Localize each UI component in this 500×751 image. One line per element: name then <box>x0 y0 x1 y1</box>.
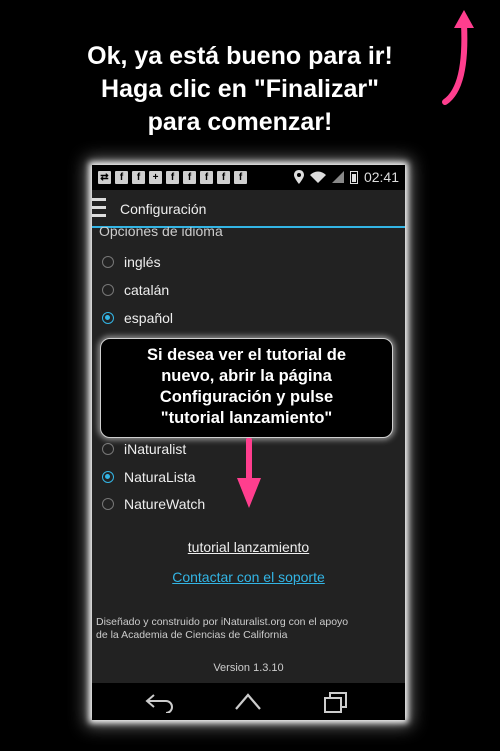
battery-icon <box>349 170 358 184</box>
facebook-icon: f <box>132 171 145 184</box>
arrow-down-icon <box>237 438 261 508</box>
network-option-naturalista[interactable]: NaturaLista <box>102 466 196 488</box>
arrow-up-icon <box>442 10 474 105</box>
radio-button[interactable] <box>102 443 114 455</box>
headline-line-3: para comenzar! <box>147 108 333 136</box>
version-text: Version 1.3.10 <box>213 662 284 674</box>
network-option-label: NatureWatch <box>124 496 206 512</box>
home-icon[interactable] <box>232 691 264 713</box>
back-icon[interactable] <box>144 691 176 713</box>
usb-icon: ⇄ <box>98 171 111 184</box>
status-time: 02:41 <box>363 169 399 185</box>
tooltip-line-1: Si desea ver el tutorial de <box>147 346 346 364</box>
language-section-header: Opciones de idioma <box>99 227 223 239</box>
navigation-bar <box>92 683 405 720</box>
credit-line-1: Diseñado y construido por iNaturalist.or… <box>96 616 349 628</box>
status-bar: ⇄ f f + f f f f f 02:41 <box>92 165 405 190</box>
credit-line-2: de la Academia de Ciencias de California <box>96 629 288 641</box>
facebook-icon: f <box>234 171 247 184</box>
page-title: Configuración <box>120 201 207 217</box>
network-option-label: NaturaLista <box>124 469 196 485</box>
wifi-icon <box>309 171 326 183</box>
facebook-icon: f <box>200 171 213 184</box>
add-contact-icon: + <box>149 171 162 184</box>
support-link[interactable]: Contactar con el soporte <box>92 569 405 585</box>
tooltip-line-2: nuevo, abrir la página <box>161 367 332 385</box>
headline-line-1: Ok, ya está bueno para ir! <box>87 42 393 70</box>
language-option-ingles[interactable]: inglés <box>102 251 161 273</box>
credit-text: Diseñado y construido por iNaturalist.or… <box>96 616 401 642</box>
network-option-inaturalist[interactable]: iNaturalist <box>102 438 186 460</box>
status-indicators: 02:41 <box>293 169 399 185</box>
facebook-icon: f <box>217 171 230 184</box>
network-option-naturewatch[interactable]: NatureWatch <box>102 493 205 515</box>
radio-button[interactable] <box>102 498 114 510</box>
headline: Ok, ya está bueno para ir! Haga clic en … <box>20 40 460 139</box>
tutorial-tooltip: Si desea ver el tutorial de nuevo, abrir… <box>100 338 393 438</box>
radio-button[interactable] <box>102 284 114 296</box>
language-option-label: catalán <box>124 282 170 298</box>
radio-button[interactable] <box>102 256 114 268</box>
tooltip-text: Si desea ver el tutorial de nuevo, abrir… <box>107 345 386 429</box>
menu-icon[interactable] <box>92 198 106 220</box>
recents-icon[interactable] <box>320 691 352 713</box>
language-option-label: español <box>124 310 174 326</box>
tooltip-line-4: "tutorial lanzamiento" <box>160 409 333 427</box>
facebook-icon: f <box>183 171 196 184</box>
notification-icons: ⇄ f f + f f f f f <box>98 171 247 185</box>
facebook-icon: f <box>166 171 179 184</box>
headline-line-2: Haga clic en "Finalizar" <box>101 75 379 103</box>
language-option-espanol[interactable]: español <box>102 307 173 329</box>
tutorial-link[interactable]: tutorial lanzamiento <box>92 539 405 555</box>
action-bar: Configuración <box>92 190 405 228</box>
language-option-catalan[interactable]: catalán <box>102 279 169 301</box>
facebook-icon: f <box>115 171 128 184</box>
network-option-label: iNaturalist <box>124 441 187 457</box>
tooltip-line-3: Configuración y pulse <box>159 388 334 406</box>
radio-button-checked[interactable] <box>102 312 114 324</box>
location-icon <box>293 170 304 184</box>
language-option-label: inglés <box>124 254 161 270</box>
signal-icon <box>331 171 344 183</box>
radio-button-checked[interactable] <box>102 471 114 483</box>
